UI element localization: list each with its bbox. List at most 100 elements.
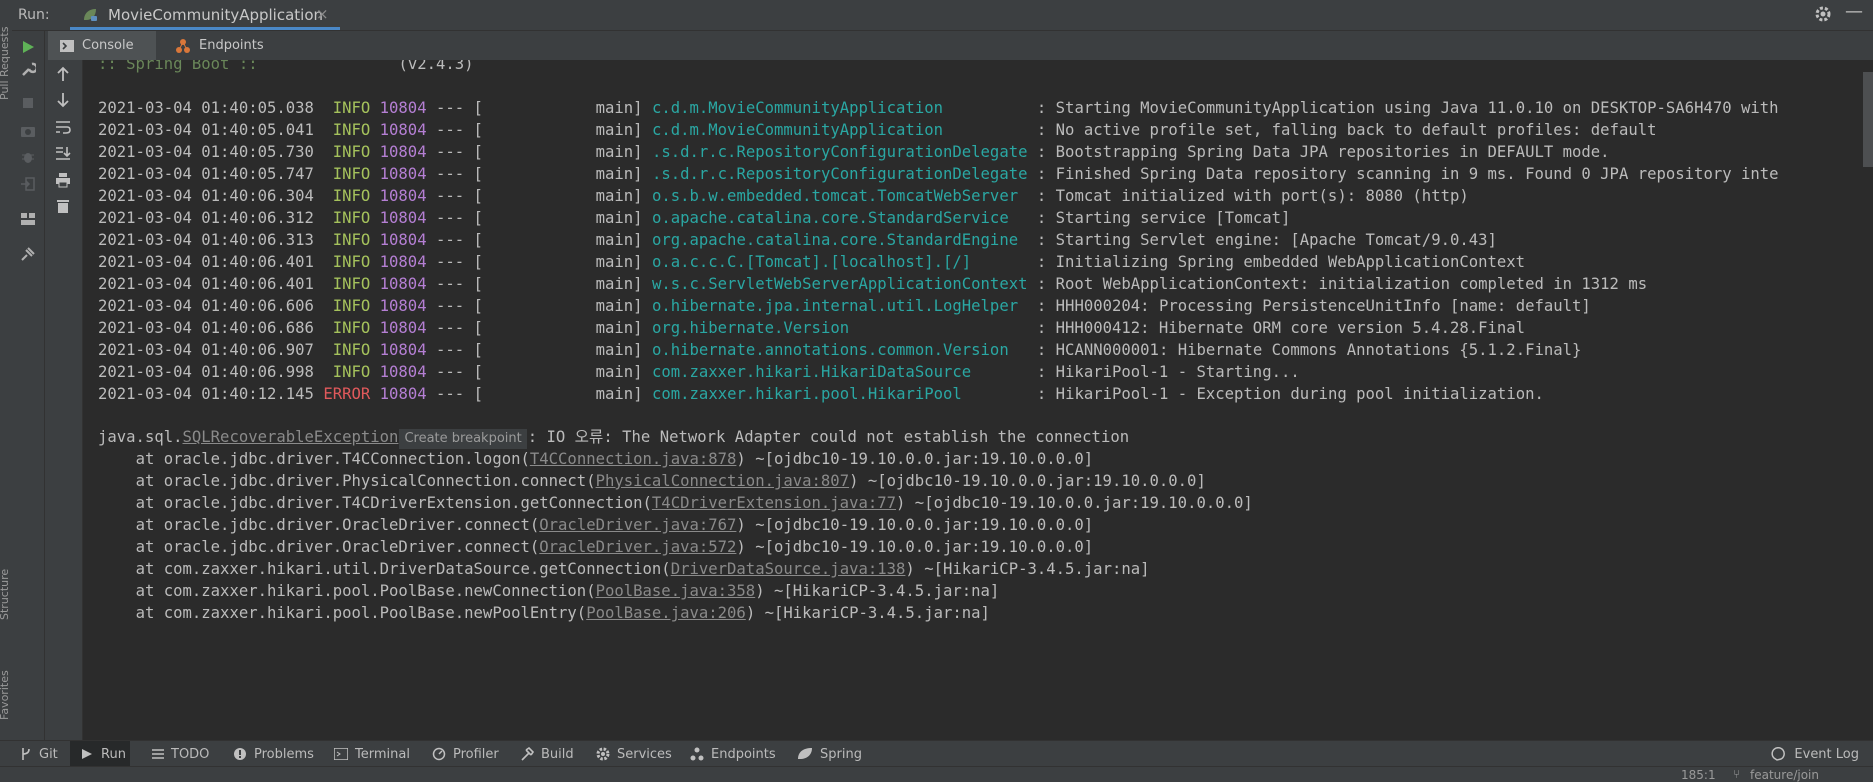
- stack-file-link[interactable]: T4CConnection.java:878: [530, 450, 737, 468]
- log-logger: o.a.c.c.C.[Tomcat].[localhost].[/]: [651, 253, 972, 271]
- stack-jar: ) ~[HikariCP-3.4.5.jar:na]: [755, 582, 1000, 600]
- log-pid: 10804: [379, 165, 427, 183]
- stack-file-link[interactable]: PhysicalConnection.java:807: [596, 472, 849, 490]
- tool-profiler[interactable]: Profiler: [432, 741, 499, 767]
- tool-git[interactable]: Git: [20, 741, 58, 767]
- log-separator: --- [: [435, 143, 483, 161]
- log-separator: --- [: [435, 297, 483, 315]
- log-spacer: [427, 253, 436, 271]
- log-separator: --- [: [435, 209, 483, 227]
- console-output[interactable]: :: Spring Boot :: (v2.4.3) 2021-03-04 01…: [83, 60, 1873, 740]
- scroll-to-end-button[interactable]: [51, 141, 75, 165]
- scroll-down-button[interactable]: [51, 88, 75, 112]
- stop-button[interactable]: [16, 91, 40, 115]
- stop-icon: [23, 98, 33, 108]
- screenshot-button[interactable]: [16, 119, 40, 143]
- structure-tool-tab[interactable]: Structure: [0, 540, 12, 620]
- log-spacer: [427, 209, 436, 227]
- stack-method: at com.zaxxer.hikari.pool.PoolBase.newPo…: [135, 604, 587, 622]
- git-branch[interactable]: feature/join: [1750, 768, 1819, 782]
- stack-jar: ) ~[ojdbc10-19.10.0.0.jar:19.10.0.0.0]: [736, 538, 1094, 556]
- stack-file-link[interactable]: DriverDataSource.java:138: [671, 560, 906, 578]
- console-icon: [60, 39, 74, 52]
- pull-requests-tool-tab[interactable]: Pull Requests: [0, 0, 12, 100]
- stack-jar: ) ~[HikariCP-3.4.5.jar:na]: [745, 604, 990, 622]
- tab-endpoints[interactable]: Endpoints: [163, 31, 273, 60]
- debug-button[interactable]: [16, 145, 40, 169]
- tool-event-log-label: Event Log: [1794, 746, 1859, 762]
- log-timestamp: 2021-03-04 01:40:06.313: [98, 231, 314, 249]
- endpoints-icon: [176, 38, 190, 53]
- tool-terminal[interactable]: Terminal: [334, 741, 410, 767]
- tool-build[interactable]: Build: [520, 741, 574, 767]
- tool-services[interactable]: Services: [596, 741, 672, 767]
- gear-icon[interactable]: [1813, 4, 1833, 24]
- stack-file-link[interactable]: PoolBase.java:358: [596, 582, 756, 600]
- soft-wrap-icon: [56, 121, 71, 134]
- stack-file-link[interactable]: T4CDriverExtension.java:77: [652, 494, 896, 512]
- log-spacer: [370, 165, 379, 183]
- stack-jar: ) ~[ojdbc10-19.10.0.0.jar:19.10.0.0.0]: [896, 494, 1253, 512]
- play-icon: [23, 41, 34, 53]
- log-spacer: [370, 253, 379, 271]
- tool-endpoints[interactable]: Endpoints: [690, 741, 776, 767]
- profiler-icon: [432, 747, 446, 761]
- tab-endpoints-label: Endpoints: [199, 38, 264, 53]
- log-spacer: [370, 209, 379, 227]
- log-level: INFO: [332, 99, 371, 117]
- log-spacer: [483, 363, 596, 381]
- log-spacer: [483, 297, 596, 315]
- log-spacer: [971, 253, 1037, 271]
- log-logger: o.hibernate.annotations.common.Version: [651, 341, 1009, 359]
- pin-tab-button[interactable]: [16, 242, 40, 266]
- log-level: INFO: [332, 363, 371, 381]
- tab-console-label: Console: [82, 38, 134, 53]
- console-tab-bar: Console Endpoints: [45, 31, 1873, 61]
- log-spacer: [849, 319, 1037, 337]
- log-spacer: [370, 275, 379, 293]
- layout-button[interactable]: [16, 207, 40, 231]
- rerun-button[interactable]: [16, 35, 40, 59]
- clear-all-button[interactable]: [51, 194, 75, 218]
- log-message: : HCANN000001: Hibernate Commons Annotat…: [1036, 341, 1582, 359]
- tool-event-log[interactable]: Event Log: [1771, 741, 1859, 767]
- log-spacer: [483, 231, 596, 249]
- run-config-tab[interactable]: MovieCommunityApplication ×: [70, 0, 340, 30]
- stack-file-link[interactable]: OracleDriver.java:767: [539, 516, 736, 534]
- favorites-tool-tab[interactable]: Favorites: [0, 640, 12, 720]
- run-tool-window-header: Run: MovieCommunityApplication × —: [12, 0, 1873, 31]
- log-timestamp: 2021-03-04 01:40:06.606: [98, 297, 314, 315]
- tool-run[interactable]: Run: [70, 741, 130, 767]
- log-spacer: [1018, 297, 1037, 315]
- log-spacer: [427, 297, 436, 315]
- log-separator: --- [: [435, 253, 483, 271]
- banner-prefix: :: Spring Boot ::: [98, 60, 258, 73]
- cursor-position[interactable]: 185:1: [1681, 768, 1716, 782]
- log-spacer: [643, 231, 652, 249]
- tool-todo[interactable]: TODO: [152, 741, 209, 767]
- tool-problems[interactable]: Problems: [233, 741, 314, 767]
- close-tab-icon[interactable]: ×: [316, 5, 329, 23]
- minimize-icon[interactable]: —: [1845, 1, 1863, 22]
- bug-icon: [22, 153, 34, 163]
- problems-icon: [234, 748, 246, 760]
- git-icon: [22, 748, 30, 760]
- log-message: : Starting Servlet engine: [Apache Tomca…: [1036, 231, 1497, 249]
- scroll-up-button[interactable]: [51, 62, 75, 86]
- modify-config-button[interactable]: [16, 57, 40, 81]
- stack-file-link[interactable]: PoolBase.java:206: [586, 604, 746, 622]
- log-message: : HikariPool-1 - Exception during pool i…: [1036, 385, 1544, 403]
- exit-icon: [21, 177, 35, 191]
- vertical-scrollbar[interactable]: [1863, 72, 1873, 167]
- soft-wrap-button[interactable]: [51, 115, 75, 139]
- stack-file-link[interactable]: OracleDriver.java:572: [539, 538, 736, 556]
- log-timestamp: 2021-03-04 01:40:05.041: [98, 121, 314, 139]
- exception-class-link[interactable]: SQLRecoverableException: [183, 428, 399, 446]
- tab-console[interactable]: Console: [48, 31, 156, 60]
- log-pid: 10804: [379, 319, 427, 337]
- tool-spring[interactable]: Spring: [797, 741, 862, 767]
- exit-button[interactable]: [16, 172, 40, 196]
- log-logger: org.apache.catalina.core.StandardEngine: [651, 231, 1019, 249]
- print-button[interactable]: [51, 168, 75, 192]
